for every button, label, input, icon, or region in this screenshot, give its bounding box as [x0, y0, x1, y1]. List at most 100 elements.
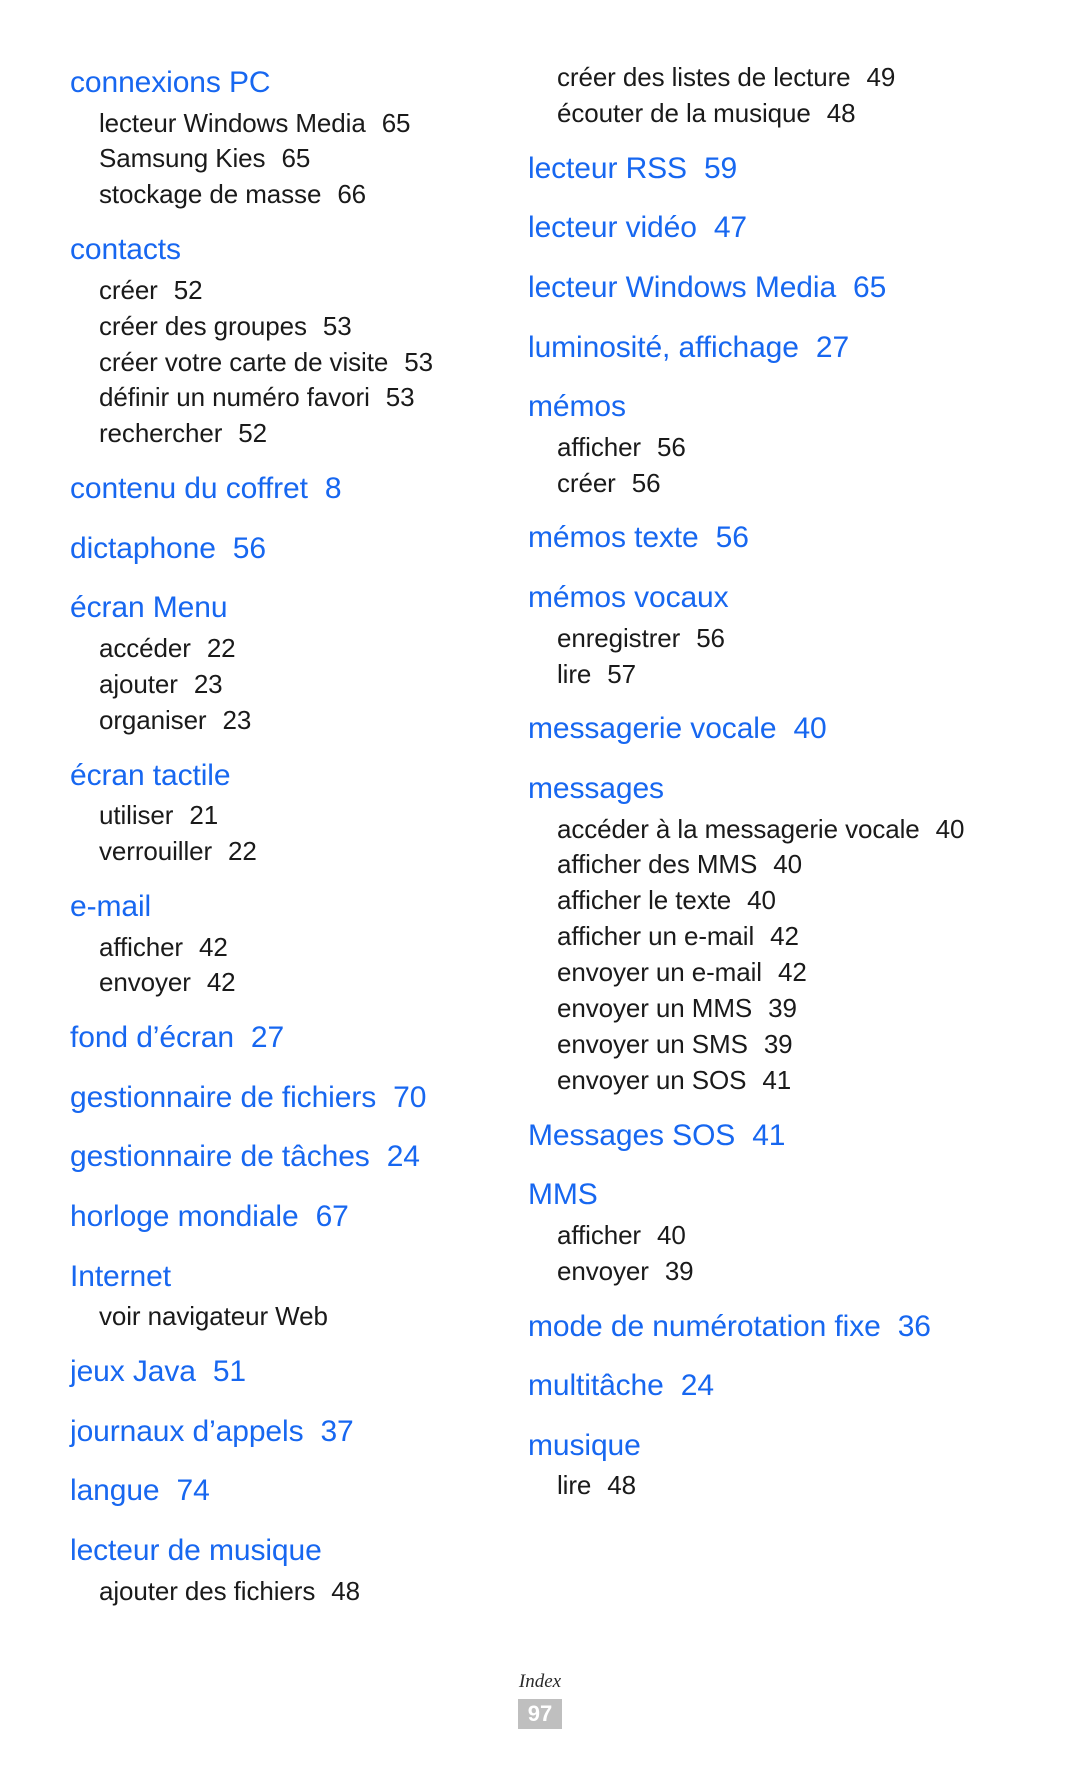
index-entry-heading[interactable]: MMS: [528, 1172, 948, 1218]
index-subentry[interactable]: accéder à la messagerie vocale 40: [528, 812, 964, 848]
index-subentry-label: afficher un e-mail: [557, 921, 755, 952]
index-subentry[interactable]: Samsung Kies 65: [70, 141, 490, 177]
index-entry-heading[interactable]: lecteur Windows Media 65: [528, 265, 948, 311]
index-subentry[interactable]: créer 56: [528, 466, 948, 502]
index-subentry[interactable]: verrouiller 22: [70, 834, 490, 870]
index-entry-heading[interactable]: jeux Java 51: [70, 1349, 490, 1395]
index-subentry-label: envoyer un MMS: [557, 992, 753, 1023]
index-entry-heading[interactable]: écran Menu: [70, 585, 490, 631]
index-subentry-page-number: 39: [763, 1028, 793, 1059]
index-entry-heading[interactable]: mémos: [528, 384, 948, 430]
index-subentry[interactable]: écouter de la musique 48: [528, 96, 948, 132]
index-subentry[interactable]: afficher 42: [70, 930, 490, 966]
index-subentry-label: créer des listes de lecture: [557, 62, 851, 92]
index-entry: écran tactile utiliser 21 verrouiller 22: [70, 753, 490, 870]
index-entry-heading[interactable]: lecteur vidéo 47: [528, 205, 948, 251]
index-subentry[interactable]: envoyer un SMS 39: [528, 1027, 948, 1063]
index-entry-heading[interactable]: connexions PC: [70, 60, 490, 106]
index-subentry-label: envoyer un SMS: [557, 1028, 748, 1059]
index-entry-heading[interactable]: musique: [528, 1423, 948, 1469]
index-subentry[interactable]: créer des groupes 53: [70, 309, 490, 345]
index-subentry[interactable]: stockage de masse 66: [70, 177, 490, 213]
index-subentry[interactable]: utiliser 21: [70, 798, 490, 834]
index-subentry-page-number: 56: [631, 467, 661, 498]
index-entry-heading-label: fond d’écran: [70, 1021, 234, 1055]
index-entry-heading-label: multitâche: [528, 1369, 664, 1403]
index-subentry[interactable]: afficher 40: [528, 1218, 948, 1254]
index-entry-heading[interactable]: journaux d’appels 37: [70, 1409, 490, 1455]
index-subentry-page-number: 56: [696, 622, 725, 653]
index-entry: lecteur RSS 59: [528, 146, 948, 192]
index-subentry[interactable]: lecteur Windows Media 65: [70, 106, 490, 142]
index-entry-heading[interactable]: messages: [528, 766, 948, 812]
index-entry-heading-label: contacts: [70, 233, 181, 267]
index-entry: Messages SOS 41: [528, 1113, 948, 1159]
index-entry-heading[interactable]: Internet: [70, 1254, 490, 1300]
index-subentry[interactable]: afficher le texte 40: [528, 883, 948, 919]
index-subentry-label: créer des groupes: [99, 310, 307, 341]
index-subentry-page-number: 66: [337, 179, 367, 210]
index-subentry[interactable]: envoyer 39: [528, 1254, 948, 1290]
index-entry-heading[interactable]: langue 74: [70, 1468, 490, 1514]
index-entry-heading-label: jeux Java: [70, 1355, 196, 1389]
index-entry-heading[interactable]: e-mail: [70, 884, 490, 930]
index-subentry-page-number: 22: [206, 632, 236, 663]
index-subentry-label: enregistrer: [557, 622, 681, 653]
index-subentry-page-number: 48: [607, 1470, 637, 1501]
index-subentry[interactable]: définir un numéro favori 53: [70, 380, 490, 416]
index-subentry[interactable]: créer 52: [70, 273, 490, 309]
index-subentry[interactable]: rechercher 52: [70, 416, 490, 452]
index-subentry[interactable]: envoyer un e-mail 42: [528, 955, 948, 991]
index-subentry[interactable]: créer des listes de lecture 49: [528, 60, 948, 96]
index-subentry[interactable]: afficher des MMS 40: [528, 847, 948, 883]
index-subentry-label: envoyer: [557, 1255, 649, 1286]
index-subentry[interactable]: créer votre carte de visite 53: [70, 345, 490, 381]
index-subentry[interactable]: accéder 22: [70, 631, 490, 667]
index-entry: dictaphone 56: [70, 526, 490, 572]
index-entry-heading[interactable]: horloge mondiale 67: [70, 1194, 490, 1240]
index-entry: lecteur de musique ajouter des fichiers 48: [70, 1528, 490, 1609]
index-entry-page-number: 59: [703, 151, 738, 185]
index-entry-heading-label: horloge mondiale: [70, 1200, 299, 1234]
index-subentry-page-number: 49: [866, 62, 896, 92]
index-entry: langue 74: [70, 1468, 490, 1514]
index-subentry-page-number: 40: [773, 849, 802, 880]
index-entry-heading[interactable]: mémos texte 56: [528, 515, 948, 561]
index-entry-heading[interactable]: mémos vocaux: [528, 575, 948, 621]
index-subentry[interactable]: afficher un e-mail 42: [528, 919, 948, 955]
index-subentry[interactable]: enregistrer 56: [528, 621, 948, 657]
index-subentry[interactable]: lire 57: [528, 657, 948, 693]
index-entry-heading[interactable]: gestionnaire de fichiers 70: [70, 1075, 490, 1121]
index-entry-heading[interactable]: contacts: [70, 227, 490, 273]
index-subentry[interactable]: organiser 23: [70, 703, 490, 739]
index-entry-heading[interactable]: dictaphone 56: [70, 526, 490, 572]
index-entry-heading[interactable]: multitâche 24: [528, 1363, 948, 1409]
index-subentry[interactable]: envoyer un SOS 41: [528, 1063, 948, 1099]
index-subentry[interactable]: lire 48: [528, 1468, 948, 1504]
index-entry: connexions PC lecteur Windows Media 65 Sams…: [70, 60, 490, 213]
index-entry-heading[interactable]: Messages SOS 41: [528, 1113, 948, 1159]
index-subentry[interactable]: ajouter 23: [70, 667, 490, 703]
index-entry-page-number: 70: [393, 1080, 427, 1114]
index-subentry-label: envoyer un SOS: [557, 1064, 747, 1095]
index-subentry[interactable]: ajouter des fichiers 48: [70, 1574, 490, 1610]
index-entry-heading[interactable]: écran tactile: [70, 753, 490, 799]
index-subentry[interactable]: afficher 56: [528, 430, 948, 466]
index-subentry[interactable]: envoyer un MMS 39: [528, 991, 948, 1027]
index-entry-heading[interactable]: lecteur de musique: [70, 1528, 490, 1574]
index-subentry-label: verrouiller: [99, 836, 213, 867]
index-subentry[interactable]: voir navigateur Web: [70, 1299, 490, 1335]
index-entry-page-number: 74: [176, 1474, 210, 1508]
index-entry-heading[interactable]: gestionnaire de tâches 24: [70, 1134, 490, 1180]
index-entry-heading[interactable]: fond d’écran 27: [70, 1015, 490, 1061]
index-entry-heading[interactable]: contenu du coffret 8: [70, 466, 490, 512]
index-entry-heading[interactable]: luminosité, affichage 27: [528, 325, 948, 371]
index-entry-heading-label: luminosité, affichage: [528, 330, 799, 364]
index-subentry-label: afficher: [99, 931, 183, 962]
index-entry-heading[interactable]: messagerie vocale 40: [528, 706, 948, 752]
index-subentry[interactable]: envoyer 42: [70, 965, 490, 1001]
index-entry-heading[interactable]: lecteur RSS 59: [528, 146, 948, 192]
index-subentry-page-number: 41: [762, 1064, 792, 1095]
index-entry-heading-label: Internet: [70, 1259, 171, 1293]
index-entry-heading[interactable]: mode de numérotation fixe 36: [528, 1304, 948, 1350]
